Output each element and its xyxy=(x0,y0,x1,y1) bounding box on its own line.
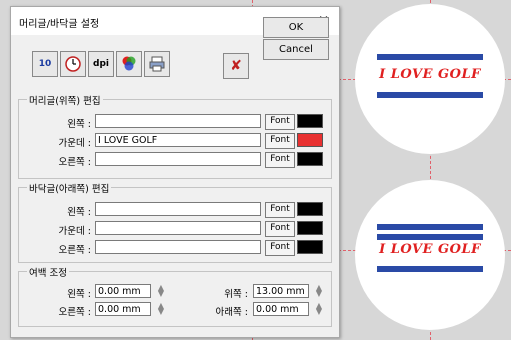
calendar-icon[interactable]: 10 xyxy=(32,51,58,77)
dpi-icon[interactable]: dpi xyxy=(88,51,114,77)
color-swatch[interactable] xyxy=(297,240,323,254)
footer-left-input[interactable] xyxy=(95,202,261,216)
footer-group-title: 바닥글(아래쪽) 편집 xyxy=(27,181,112,195)
font-button[interactable]: Font xyxy=(265,202,295,218)
insert-toolbar: 10 dpi xyxy=(32,51,170,77)
margin-left-label: 왼쪽 : xyxy=(67,289,91,300)
preview-text: I LOVE GOLF xyxy=(379,67,481,82)
font-button[interactable]: Font xyxy=(265,114,295,130)
margin-bottom-spinner[interactable]: ▲ ▼ xyxy=(313,302,325,316)
header-footer-dialog: 머리글/바닥글 설정 × 10 dpi ✘ OK Cancel 머리글(위쪽) … xyxy=(10,6,340,338)
color-swatch[interactable] xyxy=(297,202,323,216)
clock-icon[interactable] xyxy=(60,51,86,77)
header-group-title: 머리글(위쪽) 편집 xyxy=(27,93,103,107)
margin-right-spinner[interactable]: ▲ ▼ xyxy=(155,302,167,316)
field-label: 오른쪽 : xyxy=(58,157,91,168)
header-center-input[interactable]: I LOVE GOLF xyxy=(95,133,261,147)
preview-text: I LOVE GOLF xyxy=(379,242,481,257)
field-label: 오른쪽 : xyxy=(58,245,91,256)
margin-group: 여백 조정 왼쪽 : 0.00 mm ▲ ▼ 오른쪽 : 0.00 mm ▲ ▼ 위… xyxy=(18,265,332,327)
preview-stripe xyxy=(377,266,483,272)
font-button[interactable]: Font xyxy=(265,152,295,168)
font-button[interactable]: Font xyxy=(265,133,295,149)
preview-stripe xyxy=(377,234,483,240)
margin-top-input[interactable]: 13.00 mm xyxy=(253,284,309,298)
color-swatch[interactable] xyxy=(297,152,323,166)
color-swatch[interactable] xyxy=(297,114,323,128)
font-button[interactable]: Font xyxy=(265,240,295,256)
delete-icon[interactable]: ✘ xyxy=(223,53,249,79)
color-swatch[interactable] xyxy=(297,133,323,147)
footer-right-input[interactable] xyxy=(95,240,261,254)
preview-stripe xyxy=(377,92,483,98)
preview-stripe xyxy=(377,54,483,60)
field-label: 왼쪽 : xyxy=(67,119,91,130)
margin-left-input[interactable]: 0.00 mm xyxy=(95,284,151,298)
margin-bottom-label: 아래쪽 : xyxy=(215,307,248,318)
preview-label-bottom: I LOVE GOLF xyxy=(355,180,505,330)
field-label: 가운데 : xyxy=(58,138,91,149)
footer-left-row: 왼쪽 : Font xyxy=(19,202,331,218)
cancel-button[interactable]: Cancel xyxy=(263,39,329,60)
margin-left-spinner[interactable]: ▲ ▼ xyxy=(155,284,167,298)
header-edit-group: 머리글(위쪽) 편집 왼쪽 : Font 가운데 : I LOVE GOLF F… xyxy=(18,93,332,179)
dialog-title: 머리글/바닥글 설정 xyxy=(19,19,100,30)
preview-stripe xyxy=(377,224,483,230)
field-label: 가운데 : xyxy=(58,226,91,237)
header-center-row: 가운데 : I LOVE GOLF Font xyxy=(19,133,331,149)
footer-center-input[interactable] xyxy=(95,221,261,235)
footer-right-row: 오른쪽 : Font xyxy=(19,240,331,256)
printer-icon[interactable] xyxy=(144,51,170,77)
footer-edit-group: 바닥글(아래쪽) 편집 왼쪽 : Font 가운데 : Font 오른쪽 : F… xyxy=(18,181,332,263)
footer-center-row: 가운데 : Font xyxy=(19,221,331,237)
header-left-input[interactable] xyxy=(95,114,261,128)
field-label: 왼쪽 : xyxy=(67,207,91,218)
margin-top-label: 위쪽 : xyxy=(224,289,248,300)
header-left-row: 왼쪽 : Font xyxy=(19,114,331,130)
margin-top-spinner[interactable]: ▲ ▼ xyxy=(313,284,325,298)
margin-right-label: 오른쪽 : xyxy=(58,307,91,318)
margin-bottom-input[interactable]: 0.00 mm xyxy=(253,302,309,316)
header-right-row: 오른쪽 : Font xyxy=(19,152,331,168)
margin-right-input[interactable]: 0.00 mm xyxy=(95,302,151,316)
font-button[interactable]: Font xyxy=(265,221,295,237)
preview-label-top: I LOVE GOLF xyxy=(355,4,505,154)
ok-button[interactable]: OK xyxy=(263,17,329,38)
header-right-input[interactable] xyxy=(95,152,261,166)
color-palette-icon[interactable] xyxy=(116,51,142,77)
margin-group-title: 여백 조정 xyxy=(27,265,69,279)
color-swatch[interactable] xyxy=(297,221,323,235)
